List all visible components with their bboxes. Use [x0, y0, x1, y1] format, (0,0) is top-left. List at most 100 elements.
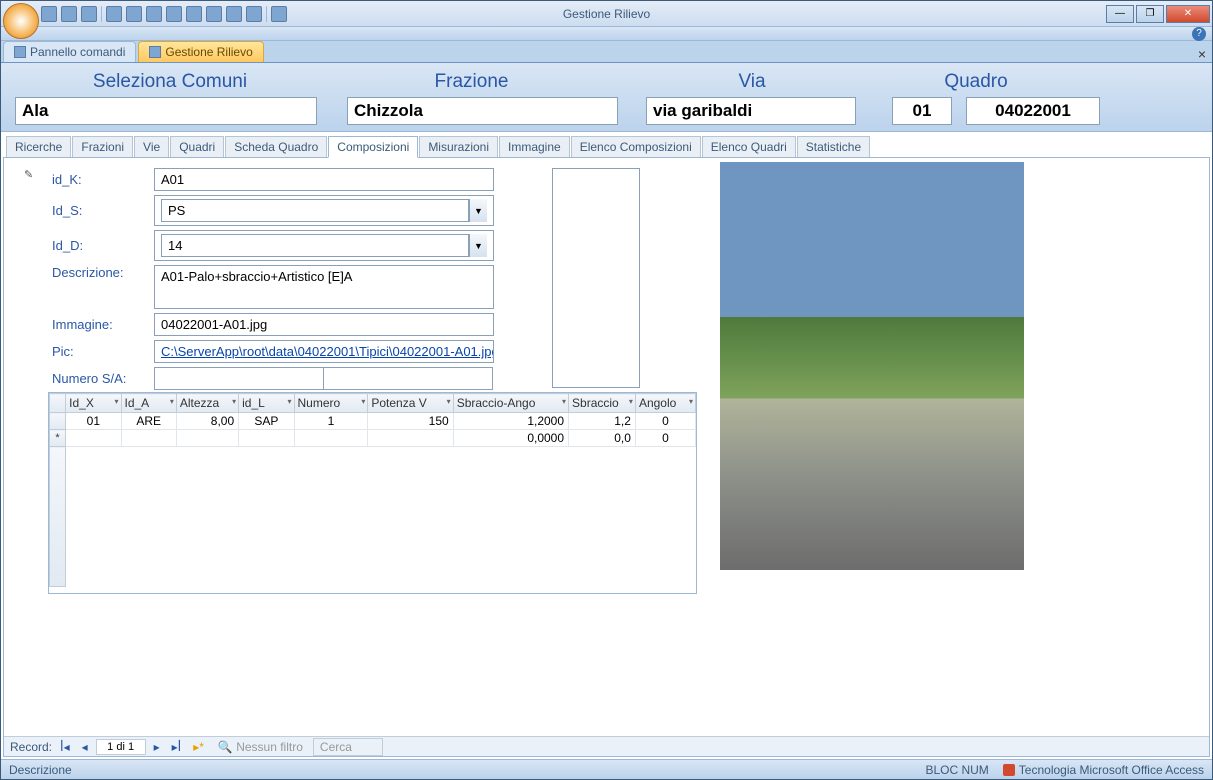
- col-idx[interactable]: Id_X▾: [66, 394, 121, 413]
- col-potenzav[interactable]: Potenza V▾: [368, 394, 453, 413]
- qat-sep: [101, 6, 102, 22]
- tab-quadri[interactable]: Quadri: [170, 136, 224, 157]
- recnav-position[interactable]: [96, 739, 146, 755]
- cell[interactable]: 0: [635, 430, 695, 447]
- label-immagine: Immagine:: [52, 317, 154, 332]
- tab-elenco-quadri[interactable]: Elenco Quadri: [702, 136, 796, 157]
- qat-save-icon[interactable]: [41, 6, 57, 22]
- qat-icon-8[interactable]: [246, 6, 262, 22]
- label-desc: Descrizione:: [52, 265, 154, 280]
- combo-ids[interactable]: ▼: [154, 195, 494, 226]
- qat-icon-7[interactable]: [226, 6, 242, 22]
- link-pic-path[interactable]: C:\ServerApp\root\data\04022001\Tipici\0…: [154, 340, 494, 363]
- col-idl[interactable]: id_L▾: [239, 394, 294, 413]
- combo-idd[interactable]: ▼: [154, 230, 494, 261]
- qat-icon-2[interactable]: [126, 6, 142, 22]
- close-tab-icon[interactable]: ×: [1198, 46, 1206, 62]
- cell[interactable]: 0,0000: [453, 430, 568, 447]
- recnav-search[interactable]: Cerca: [313, 738, 383, 756]
- label-via: Via: [618, 71, 886, 93]
- maximize-button[interactable]: ❐: [1136, 5, 1164, 23]
- help-icon[interactable]: ?: [1192, 27, 1206, 41]
- qat-icon-5[interactable]: [186, 6, 202, 22]
- input-nsa-2[interactable]: [323, 367, 493, 390]
- cell[interactable]: 01: [66, 413, 121, 430]
- combo-ids-input[interactable]: [161, 199, 469, 222]
- chevron-down-icon[interactable]: ▼: [469, 199, 487, 222]
- data-grid[interactable]: Id_X▾ Id_A▾ Altezza▾ id_L▾ Numero▾ Poten…: [48, 392, 697, 594]
- input-immagine[interactable]: [154, 313, 494, 336]
- tab-pannello-comandi[interactable]: Pannello comandi: [3, 41, 136, 62]
- tab-composizioni[interactable]: Composizioni: [328, 136, 418, 158]
- app-window: Gestione Rilievo — ❐ ✕ ? Pannello comand…: [0, 0, 1213, 780]
- tab-ricerche[interactable]: Ricerche: [6, 136, 71, 157]
- tab-immagine[interactable]: Immagine: [499, 136, 570, 157]
- close-button[interactable]: ✕: [1166, 5, 1210, 23]
- recnav-label: Record:: [10, 740, 52, 754]
- edit-pencil-icon: ✎: [24, 168, 36, 180]
- qat-icon-6[interactable]: [206, 6, 222, 22]
- cell[interactable]: 1,2000: [453, 413, 568, 430]
- cell[interactable]: [176, 430, 238, 447]
- recnav-last-icon[interactable]: ▸ꟾ: [168, 740, 186, 754]
- qat-icon-9[interactable]: [271, 6, 287, 22]
- tab-elenco-composizioni[interactable]: Elenco Composizioni: [571, 136, 701, 157]
- statusbar: Descrizione BLOC NUM Tecnologia Microsof…: [1, 759, 1212, 779]
- cell[interactable]: [239, 430, 294, 447]
- col-sbraccio[interactable]: Sbraccio▾: [569, 394, 636, 413]
- qat-icon-1[interactable]: [106, 6, 122, 22]
- cell[interactable]: SAP: [239, 413, 294, 430]
- recnav-first-icon[interactable]: ꟾ◂: [56, 740, 74, 754]
- grid-corner[interactable]: [50, 394, 66, 413]
- input-nsa-1[interactable]: [154, 367, 324, 390]
- combo-idd-input[interactable]: [161, 234, 469, 257]
- col-sbraccio-ango[interactable]: Sbraccio-Ango▾: [453, 394, 568, 413]
- tab-vie[interactable]: Vie: [134, 136, 169, 157]
- recnav-new-icon[interactable]: ▸*: [189, 740, 208, 754]
- tab-gestione-rilievo[interactable]: Gestione Rilievo: [138, 41, 263, 62]
- new-row-star-icon[interactable]: *: [50, 430, 66, 447]
- minimize-button[interactable]: —: [1106, 5, 1134, 23]
- col-numero[interactable]: Numero▾: [294, 394, 368, 413]
- cell[interactable]: 0: [635, 413, 695, 430]
- tab-misurazioni[interactable]: Misurazioni: [419, 136, 498, 157]
- tab-label: Gestione Rilievo: [165, 45, 252, 59]
- cell[interactable]: 150: [368, 413, 453, 430]
- cell[interactable]: 8,00: [176, 413, 238, 430]
- cell[interactable]: ARE: [121, 413, 176, 430]
- tab-scheda-quadro[interactable]: Scheda Quadro: [225, 136, 327, 157]
- input-quadro[interactable]: [892, 97, 952, 125]
- tab-frazioni[interactable]: Frazioni: [72, 136, 133, 157]
- col-altezza[interactable]: Altezza▾: [176, 394, 238, 413]
- input-comuni[interactable]: [15, 97, 317, 125]
- qat-icon-4[interactable]: [166, 6, 182, 22]
- chevron-down-icon[interactable]: ▼: [469, 234, 487, 257]
- input-via[interactable]: [646, 97, 856, 125]
- tab-statistiche[interactable]: Statistiche: [797, 136, 870, 157]
- qat-icon-3[interactable]: [146, 6, 162, 22]
- label-ids: Id_S:: [52, 203, 154, 218]
- col-ida[interactable]: Id_A▾: [121, 394, 176, 413]
- cell[interactable]: [368, 430, 453, 447]
- recnav-next-icon[interactable]: ▸: [150, 740, 164, 754]
- input-frazione[interactable]: [347, 97, 618, 125]
- cell[interactable]: [121, 430, 176, 447]
- recnav-prev-icon[interactable]: ◂: [78, 740, 92, 754]
- input-idk[interactable]: [154, 168, 494, 191]
- row-selector[interactable]: [50, 413, 66, 430]
- textarea-descrizione[interactable]: A01-Palo+sbraccio+Artistico [E]A: [154, 265, 494, 309]
- input-codice[interactable]: [966, 97, 1100, 125]
- qat-undo-icon[interactable]: [61, 6, 77, 22]
- qat-redo-icon[interactable]: [81, 6, 97, 22]
- cell[interactable]: [66, 430, 121, 447]
- titlebar: Gestione Rilievo — ❐ ✕: [1, 1, 1212, 27]
- cell[interactable]: [294, 430, 368, 447]
- col-angolo[interactable]: Angolo▾: [635, 394, 695, 413]
- cell[interactable]: 0,0: [569, 430, 636, 447]
- office-button[interactable]: [3, 3, 39, 39]
- table-row[interactable]: 01 ARE 8,00 SAP 1 150 1,2000 1,2 0: [50, 413, 696, 430]
- cell[interactable]: 1: [294, 413, 368, 430]
- recnav-filter[interactable]: 🔍 Nessun filtro: [218, 740, 303, 754]
- table-row-new[interactable]: * 0,0000 0,0 0: [50, 430, 696, 447]
- cell[interactable]: 1,2: [569, 413, 636, 430]
